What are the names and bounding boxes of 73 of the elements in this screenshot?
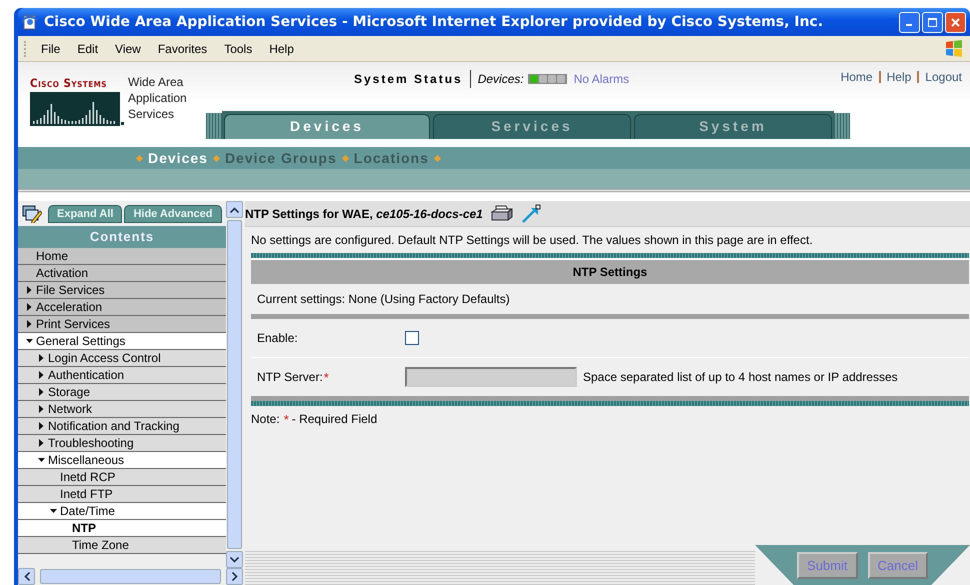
tree-item[interactable]: Authentication (18, 367, 226, 384)
printer-icon[interactable] (490, 204, 513, 222)
windows-flag-icon (944, 38, 964, 58)
menu-item[interactable]: Edit (77, 42, 98, 56)
menu-item[interactable]: View (115, 42, 141, 56)
tree-item[interactable]: Inetd FTP (18, 486, 226, 503)
tree-edit-icon[interactable] (22, 204, 42, 222)
menu-item[interactable]: Help (269, 42, 294, 56)
note-label: Note: (251, 412, 280, 426)
collapsed-arrow-icon (38, 371, 45, 379)
tree-item[interactable]: Inetd RCP (18, 469, 226, 486)
expanded-arrow-icon (38, 456, 45, 464)
status-label: System Status (354, 72, 463, 86)
window-title: Cisco Wide Area Application Services - Microsoft Internet Explorer provided by Cisco Systems, Inc. (44, 14, 824, 30)
alarms-link[interactable]: No Alarms (574, 72, 630, 86)
tree-item[interactable]: Date/Time (18, 503, 226, 520)
required-mark: * (324, 370, 329, 384)
tree-item[interactable]: General Settings (18, 333, 226, 350)
tree-item[interactable]: Acceleration (18, 299, 226, 316)
collapsed-arrow-icon (38, 354, 45, 362)
company-logo-text: Cisco Systems (30, 76, 108, 90)
top-link[interactable]: Help (886, 70, 912, 84)
product-name: Wide Area Application Services (128, 74, 188, 123)
current-settings-text: Current settings: None (Using Factory Defaults) (257, 292, 510, 306)
field-hint: Space separated list of up to 4 host names or IP addresses (583, 370, 898, 384)
vertical-scrollbar[interactable] (226, 201, 243, 568)
menu-item[interactable]: Favorites (158, 42, 208, 56)
maximize-button[interactable] (922, 12, 943, 32)
tree-item[interactable]: Storage (18, 384, 226, 401)
contents-heading: Contents (18, 226, 226, 248)
collapsed-arrow-icon (26, 286, 33, 294)
status-lights (528, 74, 567, 84)
collapsed-arrow-icon (38, 422, 45, 430)
tree-item[interactable]: Time Zone (18, 537, 226, 554)
page-title: NTP Settings for WAE, ce105-16-docs-ce1 (245, 206, 483, 220)
page-icon (22, 14, 38, 30)
close-button[interactable] (945, 12, 966, 32)
devices-label: Devices: (478, 72, 524, 86)
field-label: Enable: (257, 331, 298, 345)
field-label: NTP Server: (257, 370, 323, 384)
collapsed-arrow-icon (38, 388, 45, 396)
tree-item[interactable]: File Services (18, 282, 226, 299)
required-mark: * (284, 412, 289, 427)
notice-text: No settings are configured. Default NTP Settings will be used. The values shown in this page are in effect. (250, 232, 814, 249)
top-link[interactable]: Logout (925, 70, 962, 84)
section-header: NTP Settings (251, 258, 969, 284)
tree-item[interactable]: Login Access Control (18, 350, 226, 367)
collapsed-arrow-icon (26, 303, 33, 311)
tab-edge-decoration (206, 113, 222, 139)
collapsed-arrow-icon (38, 439, 45, 447)
tree-item[interactable]: Print Services (18, 316, 226, 333)
note-text: - Required Field (292, 412, 378, 426)
expanded-arrow-icon (26, 337, 33, 345)
arrow-icon[interactable] (520, 204, 541, 224)
tree-item[interactable]: Home (18, 248, 226, 265)
close-icon (951, 18, 960, 26)
tree-item[interactable]: NTP (18, 520, 226, 537)
expanded-arrow-icon (50, 507, 57, 515)
top-link[interactable]: Home (840, 70, 873, 84)
minimize-button[interactable] (899, 12, 920, 32)
menu-item[interactable]: Tools (224, 42, 252, 56)
menu-item[interactable]: File (41, 42, 60, 56)
tree-item[interactable]: Troubleshooting (18, 435, 226, 452)
horizontal-scrollbar[interactable] (18, 568, 243, 585)
collapsed-arrow-icon (26, 320, 33, 328)
tree-item[interactable]: Activation (18, 265, 226, 282)
enable-checkbox[interactable] (405, 331, 419, 345)
tree-item[interactable]: Network (18, 401, 226, 418)
collapsed-arrow-icon (38, 405, 45, 413)
tab-edge-decoration (834, 113, 850, 139)
tree-item[interactable]: Notification and Tracking (18, 418, 226, 435)
tree-item[interactable]: Miscellaneous (18, 452, 226, 469)
maximize-icon (928, 18, 937, 26)
